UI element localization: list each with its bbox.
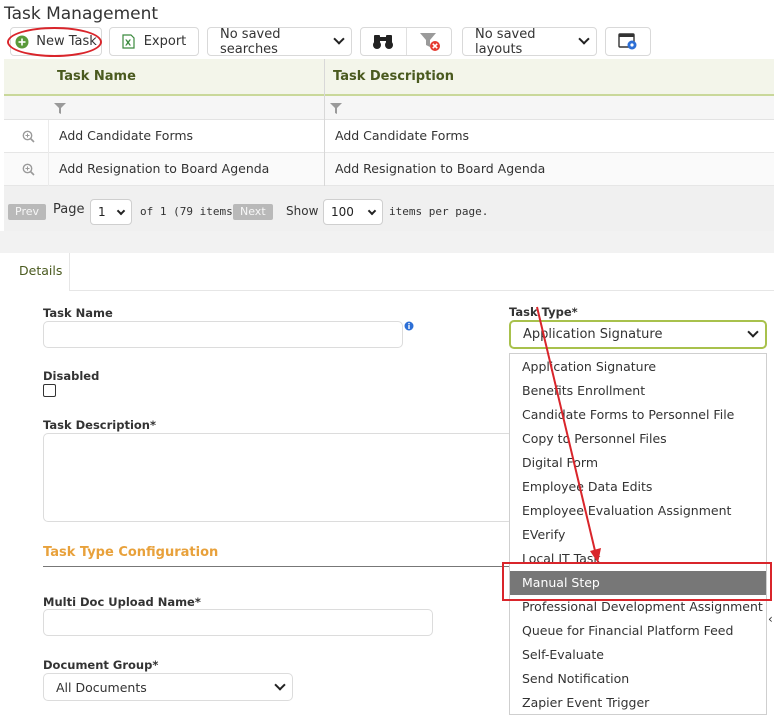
saved-searches-select[interactable]: No saved searches	[207, 26, 352, 57]
section-divider	[43, 566, 513, 567]
new-task-highlight-ellipse	[7, 27, 102, 57]
dropdown-option[interactable]: Send Notification	[510, 667, 766, 691]
task-name-label: Task Name	[43, 306, 113, 320]
tab-details[interactable]: Details	[4, 253, 70, 291]
disabled-checkbox[interactable]	[43, 384, 56, 397]
chevron-down-icon	[333, 33, 345, 45]
saved-searches-value: No saved searches	[220, 26, 281, 57]
task-description-textarea[interactable]	[43, 433, 513, 522]
task-name-cell: Add Candidate Forms	[59, 128, 194, 143]
filter-icon[interactable]	[330, 103, 342, 114]
export-button[interactable]: X Export	[109, 27, 199, 56]
dropdown-option[interactable]: Self-Evaluate	[510, 643, 766, 667]
pager: Prev Page 1 of 1 (79 items) Next Show 10…	[4, 194, 774, 230]
section-title: Task Type Configuration	[43, 545, 219, 560]
task-description-cell: Add Candidate Forms	[335, 128, 470, 143]
manual-step-highlight-box	[502, 562, 772, 601]
clear-filter-icon[interactable]	[419, 31, 443, 53]
show-label: Show	[286, 204, 319, 218]
page-select[interactable]: 1	[90, 199, 132, 225]
chevron-down-icon	[274, 678, 286, 691]
next-button[interactable]: Next	[233, 204, 273, 220]
layout-settings-button[interactable]	[605, 27, 651, 56]
prev-button[interactable]: Prev	[8, 204, 46, 220]
saved-layouts-value: No saved layouts	[475, 26, 536, 57]
multi-doc-upload-label: Multi Doc Upload Name*	[43, 595, 201, 609]
annotation-arrow-icon	[536, 306, 601, 563]
task-description-cell: Add Resignation to Board Agenda	[335, 161, 546, 176]
details-tab-bar: Details	[4, 253, 774, 291]
page-title: Task Management	[4, 4, 159, 24]
zoom-icon[interactable]	[22, 130, 35, 143]
search-tools-group	[360, 27, 452, 56]
per-page-suffix: items per page.	[389, 205, 489, 218]
filter-icon[interactable]	[54, 103, 66, 114]
page-label: Page	[53, 202, 85, 217]
table-row[interactable]: Add Candidate Forms Add Candidate Forms	[4, 120, 774, 153]
chevron-down-icon	[116, 206, 126, 215]
per-page-select[interactable]: 100	[323, 199, 383, 225]
saved-layouts-select[interactable]: No saved layouts	[462, 26, 597, 57]
info-icon[interactable]	[404, 321, 414, 331]
tab-details-label: Details	[19, 263, 63, 278]
dropdown-option[interactable]: Queue for Financial Platform Feed	[510, 619, 766, 643]
table-row[interactable]: Add Resignation to Board Agenda Add Resi…	[4, 153, 774, 186]
grid-header: Task Name Task Description	[4, 59, 774, 96]
column-header-task-description[interactable]: Task Description	[333, 69, 454, 84]
document-group-select[interactable]: All Documents	[43, 673, 293, 701]
task-name-input[interactable]	[43, 321, 403, 348]
dropdown-option[interactable]: Zapier Event Trigger	[510, 691, 766, 715]
document-group-label: Document Group*	[43, 658, 159, 672]
chevron-down-icon	[578, 33, 590, 45]
task-grid: Task Name Task Description Add Candidate…	[4, 59, 774, 231]
scroll-edge-icon: ‹	[768, 612, 773, 626]
per-page-value: 100	[331, 205, 354, 219]
zoom-icon[interactable]	[22, 163, 35, 176]
chevron-down-icon	[367, 206, 377, 215]
disabled-label: Disabled	[43, 369, 100, 383]
column-header-task-name[interactable]: Task Name	[57, 69, 136, 84]
task-description-label: Task Description*	[43, 418, 157, 432]
page-select-value: 1	[98, 205, 106, 219]
document-group-value: All Documents	[56, 679, 147, 695]
section-gap	[0, 231, 774, 253]
page-count-text: of 1 (79 items)	[140, 205, 240, 218]
filter-row	[4, 96, 774, 120]
chevron-down-icon	[747, 326, 759, 338]
layout-settings-icon	[618, 32, 637, 49]
task-name-cell: Add Resignation to Board Agenda	[59, 161, 270, 176]
export-label: Export	[143, 34, 187, 49]
svg-text:X: X	[125, 39, 132, 48]
multi-doc-upload-input[interactable]	[43, 609, 433, 636]
excel-icon: X	[122, 34, 135, 49]
binoculars-icon[interactable]	[372, 34, 394, 50]
